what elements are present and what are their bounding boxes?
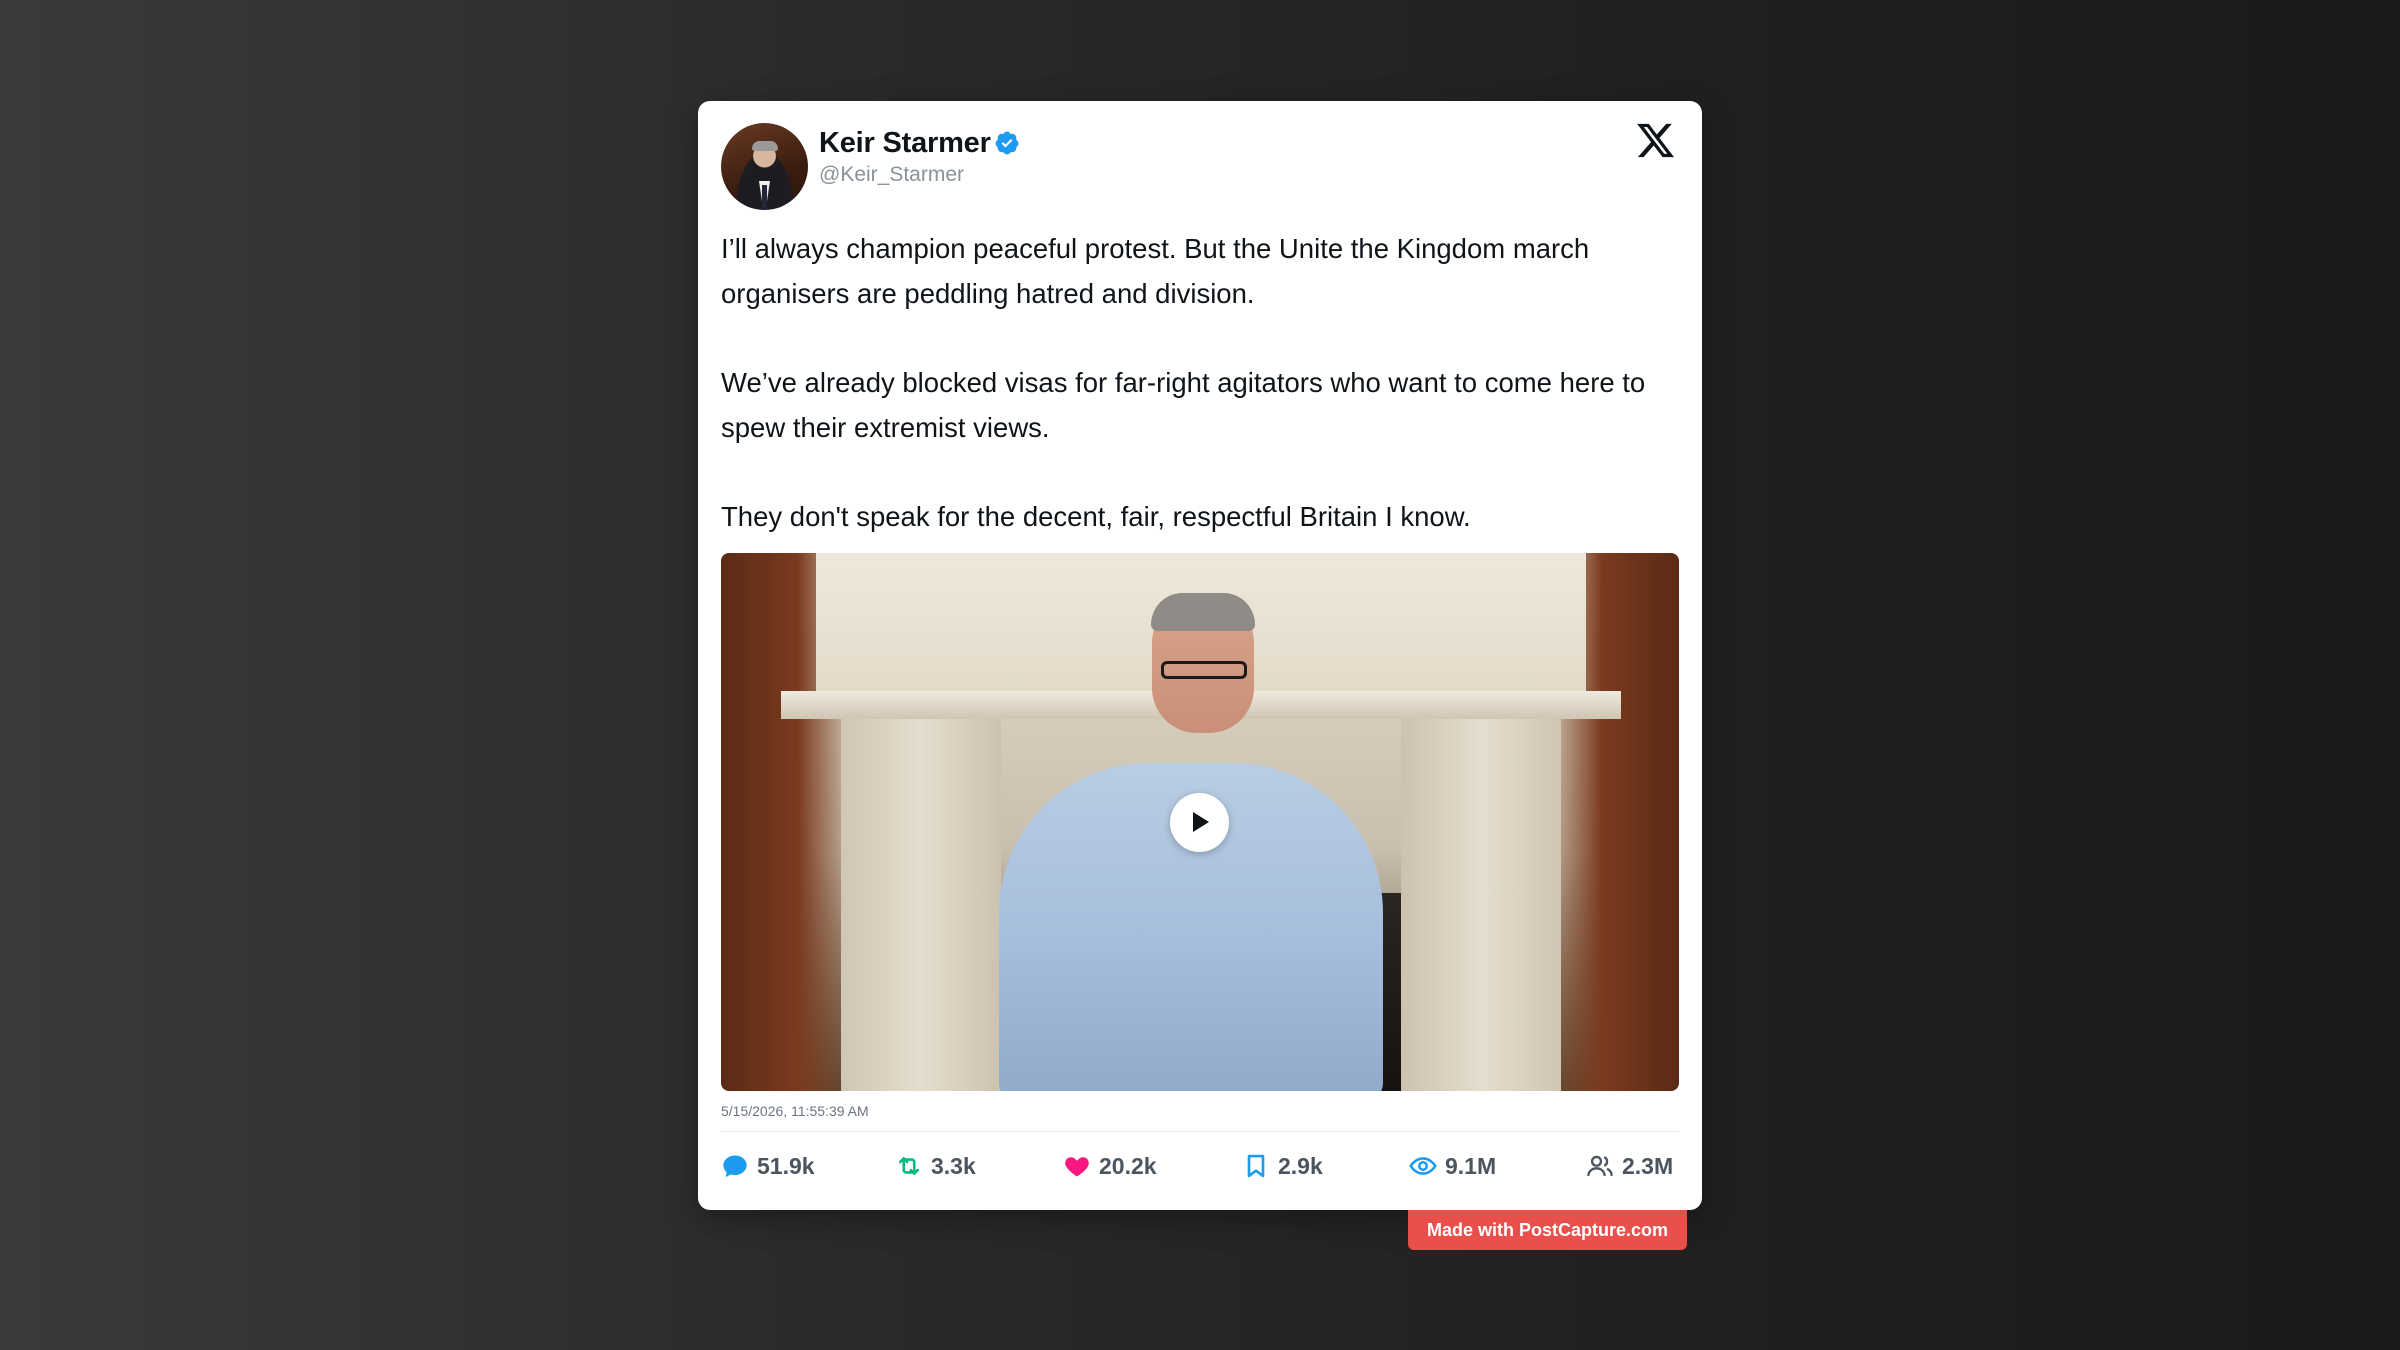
bookmark-stat[interactable]: 2.9k — [1242, 1149, 1323, 1183]
like-count: 20.2k — [1099, 1152, 1157, 1179]
post-card: Keir Starmer @Keir_Starmer I’ll always c… — [698, 101, 1702, 1210]
post-paragraph: We’ve already blocked visas for far-righ… — [721, 367, 1646, 443]
like-stat[interactable]: 20.2k — [1063, 1149, 1157, 1183]
avatar-hair — [752, 141, 778, 151]
reply-icon — [723, 1155, 747, 1178]
engagement-bar: 51.9k 3.3k 20.2k 2.9k 9.1M 2.3M — [721, 1149, 1679, 1183]
repost-count: 3.3k — [931, 1152, 976, 1179]
users-icon — [1587, 1155, 1613, 1177]
speaker-hair — [1151, 593, 1255, 631]
heart-icon — [1065, 1157, 1089, 1177]
fireplace-jamb-left — [841, 719, 1001, 1091]
divider — [721, 1131, 1679, 1132]
reply-count: 51.9k — [757, 1152, 815, 1179]
post-text: I’ll always champion peaceful protest. B… — [721, 227, 1681, 540]
views-count: 9.1M — [1445, 1152, 1497, 1179]
post-paragraph: They don't speak for the decent, fair, r… — [721, 501, 1471, 532]
postcapture-badge[interactable]: Made with PostCapture.com — [1408, 1210, 1687, 1250]
views-stat[interactable]: 9.1M — [1409, 1149, 1496, 1183]
repost-stat[interactable]: 3.3k — [895, 1149, 976, 1183]
post-paragraph: I’ll always champion peaceful protest. B… — [721, 233, 1590, 309]
play-icon — [1193, 812, 1209, 832]
fireplace-jamb-right — [1401, 719, 1561, 1091]
repost-icon — [898, 1157, 920, 1175]
bookmark-icon — [1247, 1154, 1265, 1178]
video-thumbnail[interactable] — [721, 553, 1679, 1091]
author-handle[interactable]: @Keir_Starmer — [819, 163, 964, 187]
bookmark-count: 2.9k — [1278, 1152, 1323, 1179]
x-logo-icon[interactable] — [1635, 120, 1676, 161]
eye-icon — [1409, 1157, 1437, 1175]
avatar[interactable] — [721, 123, 808, 210]
followers-stat[interactable]: 2.3M — [1586, 1149, 1673, 1183]
followers-count: 2.3M — [1622, 1152, 1674, 1179]
reply-stat[interactable]: 51.9k — [721, 1149, 815, 1183]
speaker-glasses — [1161, 661, 1247, 679]
post-timestamp: 5/15/2026, 11:55:39 AM — [721, 1103, 869, 1119]
avatar-tie — [762, 185, 767, 210]
verified-badge-icon — [995, 131, 1019, 155]
play-button[interactable] — [1170, 793, 1229, 852]
author-name[interactable]: Keir Starmer — [819, 127, 991, 160]
